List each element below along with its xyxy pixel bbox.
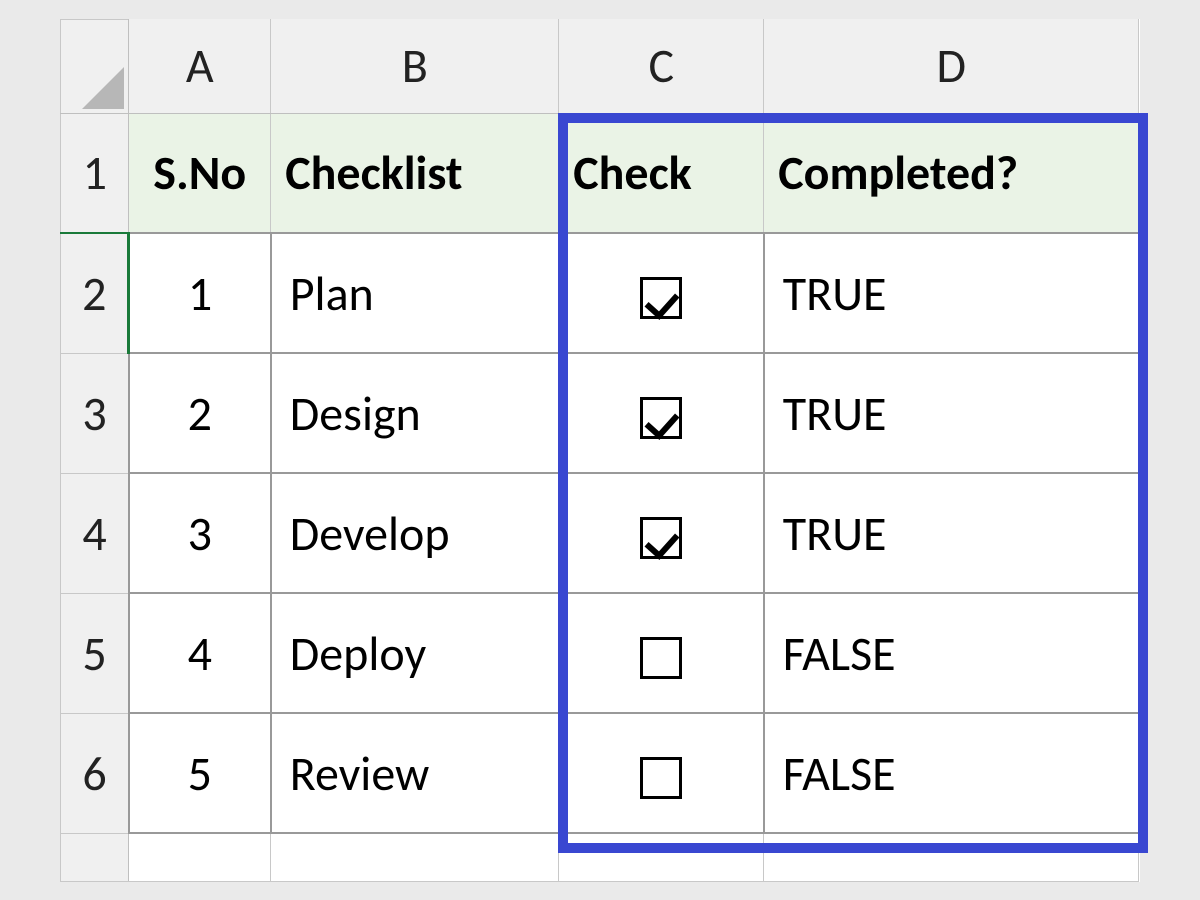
column-header-C[interactable]: C: [559, 19, 764, 113]
cell-D2[interactable]: TRUE: [764, 233, 1139, 353]
spreadsheet-grid: A B C D 1 S.No Checklist Check Completed…: [60, 19, 1140, 882]
cell-A6[interactable]: 5: [129, 713, 271, 833]
cell-B4[interactable]: Develop: [271, 473, 559, 593]
cell-B2[interactable]: Plan: [271, 233, 559, 353]
cell-B6[interactable]: Review: [271, 713, 559, 833]
checkbox-icon[interactable]: [640, 397, 682, 439]
row-header-7[interactable]: [61, 833, 129, 881]
cell-B5[interactable]: Deploy: [271, 593, 559, 713]
cell-C6[interactable]: [559, 713, 764, 833]
cell-C4[interactable]: [559, 473, 764, 593]
cell-A2[interactable]: 1: [129, 233, 271, 353]
cell-C7[interactable]: [559, 833, 764, 881]
select-all-triangle-icon: [82, 67, 124, 109]
cell-A7[interactable]: [129, 833, 271, 881]
cell-C1[interactable]: Check: [559, 113, 764, 233]
cell-D4[interactable]: TRUE: [764, 473, 1139, 593]
row-header-1[interactable]: 1: [61, 113, 129, 233]
checkbox-icon[interactable]: [640, 517, 682, 559]
checkbox-icon[interactable]: [640, 757, 682, 799]
cell-D5[interactable]: FALSE: [764, 593, 1139, 713]
cell-D1[interactable]: Completed?: [764, 113, 1139, 233]
cell-A5[interactable]: 4: [129, 593, 271, 713]
row-header-2[interactable]: 2: [61, 233, 129, 353]
cell-B7[interactable]: [271, 833, 559, 881]
column-header-A[interactable]: A: [129, 19, 271, 113]
cell-C5[interactable]: [559, 593, 764, 713]
row-header-5[interactable]: 5: [61, 593, 129, 713]
cell-A4[interactable]: 3: [129, 473, 271, 593]
spreadsheet-region: A B C D 1 S.No Checklist Check Completed…: [60, 19, 1140, 882]
cell-C2[interactable]: [559, 233, 764, 353]
cell-B1[interactable]: Checklist: [271, 113, 559, 233]
column-header-D[interactable]: D: [764, 19, 1139, 113]
row-header-6[interactable]: 6: [61, 713, 129, 833]
cell-D7[interactable]: [764, 833, 1139, 881]
column-header-B[interactable]: B: [271, 19, 559, 113]
cell-B3[interactable]: Design: [271, 353, 559, 473]
row-header-4[interactable]: 4: [61, 473, 129, 593]
cell-A3[interactable]: 2: [129, 353, 271, 473]
cell-D6[interactable]: FALSE: [764, 713, 1139, 833]
checkbox-icon[interactable]: [640, 277, 682, 319]
cell-C3[interactable]: [559, 353, 764, 473]
cell-D3[interactable]: TRUE: [764, 353, 1139, 473]
checkbox-icon[interactable]: [640, 637, 682, 679]
row-header-3[interactable]: 3: [61, 353, 129, 473]
select-all-corner[interactable]: [61, 19, 129, 113]
cell-A1[interactable]: S.No: [129, 113, 271, 233]
